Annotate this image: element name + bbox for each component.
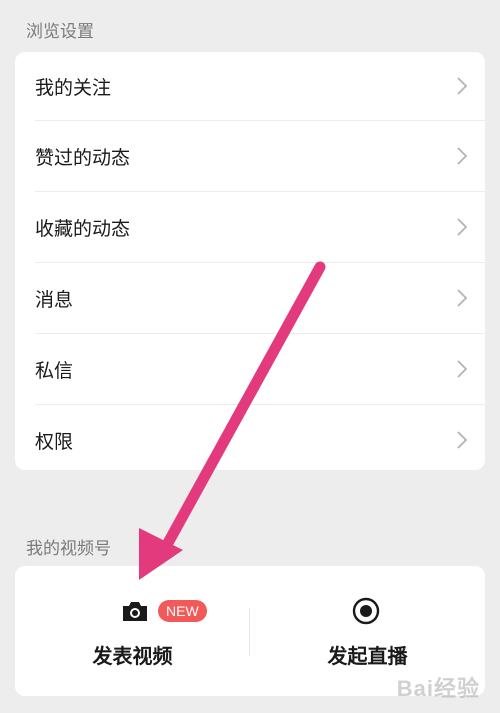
- go-live-label: 发起直播: [327, 644, 408, 668]
- chevron-right-icon: [457, 77, 467, 95]
- publish-video-label: 发表视频: [92, 644, 173, 668]
- live-record-icon: [352, 597, 380, 625]
- chevron-right-icon: [457, 147, 467, 165]
- menu-item-messages[interactable]: 消息: [35, 262, 485, 333]
- menu-item-label: 赞过的动态: [35, 146, 131, 169]
- menu-item-label: 私信: [35, 359, 74, 382]
- watermark-logo: Bai经验: [396, 676, 480, 701]
- menu-item-permissions[interactable]: 权限: [35, 404, 485, 475]
- menu-item-label: 我的关注: [35, 76, 112, 99]
- browse-settings-card: 我的关注 赞过的动态 收藏的动态 消息 私信 权限: [15, 52, 485, 470]
- section-title-my-channels: 我的视频号: [26, 539, 111, 559]
- chevron-right-icon: [457, 218, 467, 236]
- chevron-right-icon: [457, 431, 467, 449]
- chevron-right-icon: [457, 289, 467, 307]
- camera-icon: [123, 602, 147, 621]
- menu-item-label: 权限: [35, 430, 74, 453]
- menu-item-label: 消息: [35, 288, 74, 311]
- menu-item-private-messages[interactable]: 私信: [35, 333, 485, 404]
- menu-item-liked-posts[interactable]: 赞过的动态: [35, 120, 485, 191]
- new-badge: NEW: [158, 600, 207, 622]
- publish-video-button[interactable]: NEW 发表视频: [15, 566, 250, 696]
- menu-item-favorited-posts[interactable]: 收藏的动态: [35, 191, 485, 262]
- chevron-right-icon: [457, 360, 467, 378]
- menu-item-my-follows[interactable]: 我的关注: [35, 52, 485, 120]
- menu-item-label: 收藏的动态: [35, 217, 131, 240]
- section-title-browse-settings: 浏览设置: [26, 22, 94, 42]
